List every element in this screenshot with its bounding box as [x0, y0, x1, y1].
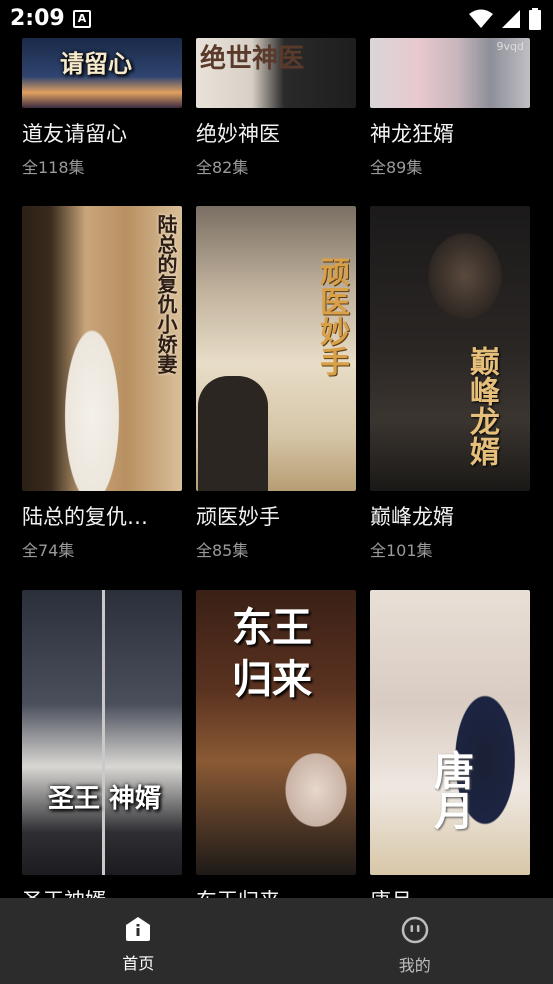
episode-count: 全101集 — [370, 541, 433, 560]
home-icon — [126, 917, 151, 941]
drama-poster[interactable]: 巅峰龙婿 — [370, 206, 530, 491]
cell-signal-icon — [502, 10, 520, 28]
poster-caption: 东王归来 — [232, 604, 312, 703]
poster-caption: 陆总的复仇小娇妻 — [154, 214, 178, 374]
drama-card[interactable]: 绝世神医 绝妙神医 全82集 — [196, 38, 358, 178]
battery-icon — [529, 8, 541, 30]
drama-card[interactable]: 巅峰龙婿 巅峰龙婿 全101集 — [370, 206, 532, 561]
poster-figure — [198, 376, 268, 491]
nav-home-label: 首页 — [122, 954, 155, 973]
status-time: 2:09 — [10, 6, 65, 31]
drama-title: 顽医妙手 — [196, 505, 280, 529]
drama-card[interactable]: 请留心 道友请留心 全118集 — [22, 38, 184, 178]
drama-poster[interactable]: 绝世神医 — [196, 38, 356, 108]
status-bar: 2:09 A — [0, 0, 553, 38]
drama-title: 陆总的复仇… — [22, 505, 148, 529]
drama-title: 道友请留心 — [22, 122, 127, 146]
drama-poster[interactable]: 请留心 — [22, 38, 182, 108]
episode-count: 全85集 — [196, 541, 249, 560]
drama-title: 绝妙神医 — [196, 122, 280, 146]
drama-poster[interactable]: 顽医妙手 — [196, 206, 356, 491]
poster-caption: 请留心 — [60, 49, 132, 78]
bottom-nav: 首页 我的 — [0, 898, 553, 984]
drama-poster[interactable]: 陆总的复仇小娇妻 — [22, 206, 182, 491]
episode-count: 全74集 — [22, 541, 75, 560]
drama-card[interactable]: 唐月 唐月 — [370, 590, 532, 921]
poster-caption: 巅峰龙婿 — [464, 346, 499, 466]
drama-poster[interactable]: 圣王 神婿 — [22, 590, 182, 875]
drama-card[interactable]: 9vqd 神龙狂婿 全89集 — [370, 38, 532, 178]
drama-poster[interactable]: 唐月 — [370, 590, 530, 875]
drama-card[interactable]: 圣王 神婿 圣王神婿 — [22, 590, 184, 921]
drama-card[interactable]: 东王归来 东王归来 — [196, 590, 358, 921]
drama-poster[interactable]: 9vqd — [370, 38, 530, 108]
wifi-icon — [469, 9, 493, 28]
drama-title: 神龙狂婿 — [370, 122, 454, 146]
drama-feed[interactable]: 请留心 道友请留心 全118集 绝世神医 绝妙神医 全82集 9vqd 神龙狂婿… — [0, 0, 553, 984]
poster-badge: 9vqd — [496, 40, 524, 53]
drama-card[interactable]: 顽医妙手 顽医妙手 全85集 — [196, 206, 358, 561]
nav-mine[interactable]: 我的 — [277, 898, 553, 984]
poster-caption: 顽医妙手 — [314, 256, 349, 376]
poster-caption: 圣王 神婿 — [48, 784, 162, 814]
episode-count: 全82集 — [196, 158, 249, 177]
nav-mine-label: 我的 — [398, 956, 431, 975]
nav-home[interactable]: 首页 — [0, 898, 277, 984]
notification-a-icon: A — [73, 10, 91, 28]
episode-count: 全118集 — [22, 158, 85, 177]
drama-title: 巅峰龙婿 — [370, 505, 454, 529]
drama-poster[interactable]: 东王归来 — [196, 590, 356, 875]
episode-count: 全89集 — [370, 158, 423, 177]
face-icon — [401, 916, 428, 944]
poster-caption: 唐月 — [427, 750, 474, 830]
poster-caption: 绝世神医 — [200, 44, 305, 74]
drama-card[interactable]: 陆总的复仇小娇妻 陆总的复仇… 全74集 — [22, 206, 184, 561]
